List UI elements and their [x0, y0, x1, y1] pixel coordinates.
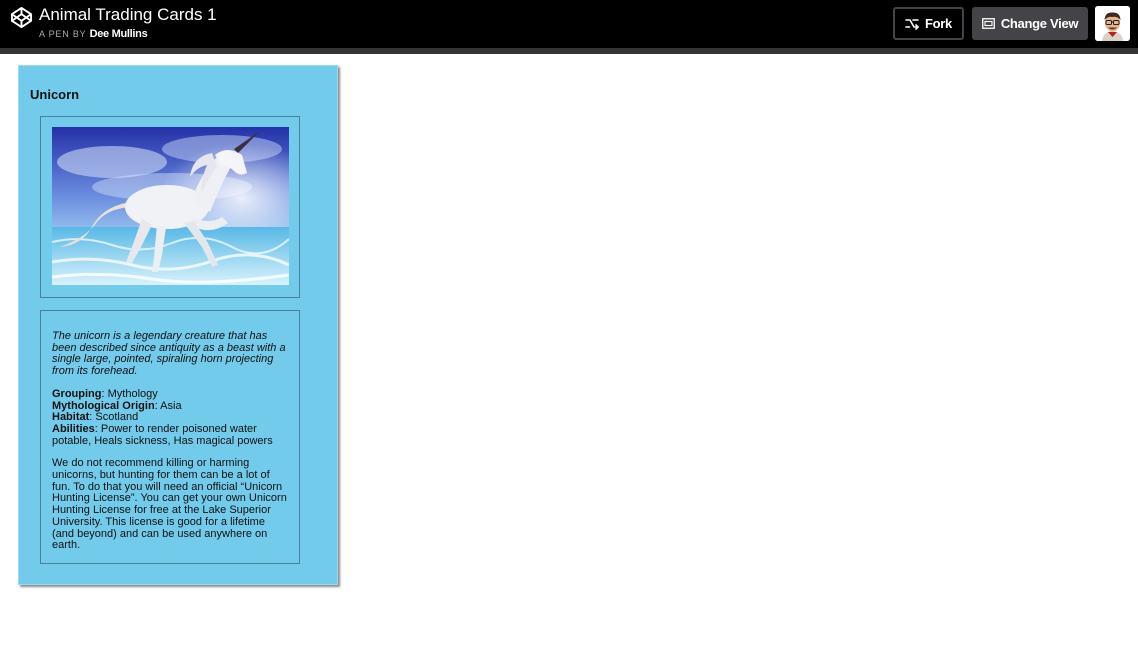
layout-icon	[981, 18, 995, 29]
fork-label: Fork	[925, 16, 952, 31]
byline-prefix: A PEN BY	[39, 29, 87, 39]
author-link[interactable]: Dee Mullins	[90, 28, 148, 40]
user-avatar[interactable]	[1095, 6, 1130, 41]
fork-icon	[905, 18, 919, 30]
fact-value: : Scotland	[89, 411, 139, 424]
fact-label: Abilities	[52, 422, 95, 435]
fact-label: Grouping	[52, 387, 102, 400]
pen-title-block: Animal Trading Cards 1 A PEN BY Dee Mull…	[39, 4, 217, 41]
fact-label: Habitat	[52, 411, 90, 424]
card-title: Unicorn	[30, 87, 80, 102]
animal-card: Unicorn The unicorn is a legendary creat…	[18, 65, 338, 585]
byline: A PEN BY Dee Mullins	[39, 27, 217, 41]
fork-button[interactable]: Fork	[893, 7, 964, 40]
change-view-label: Change View	[1000, 16, 1079, 31]
intro-text: The unicorn is a legendary creature that…	[52, 330, 286, 378]
fact-label: Mythological Origin	[52, 399, 155, 412]
fact-row: Abilities: Power to render poisoned wate…	[52, 422, 289, 447]
description-box: The unicorn is a legendary creature that…	[40, 310, 300, 564]
fact-value: : Mythology	[101, 387, 158, 400]
codepen-logo-icon[interactable]	[10, 6, 33, 29]
fact-value: : Asia	[154, 399, 182, 412]
unicorn-photo	[52, 127, 289, 285]
avatar-face-icon	[1095, 6, 1130, 41]
facts-list: Grouping: Mythology Mythological Origin:…	[52, 387, 289, 448]
top-bar: Animal Trading Cards 1 A PEN BY Dee Mull…	[0, 0, 1138, 54]
pen-title[interactable]: Animal Trading Cards 1	[39, 4, 217, 26]
closing-text: We do not recommend killing or harming u…	[52, 457, 287, 552]
image-frame	[40, 116, 300, 298]
change-view-button[interactable]: Change View	[972, 7, 1088, 40]
